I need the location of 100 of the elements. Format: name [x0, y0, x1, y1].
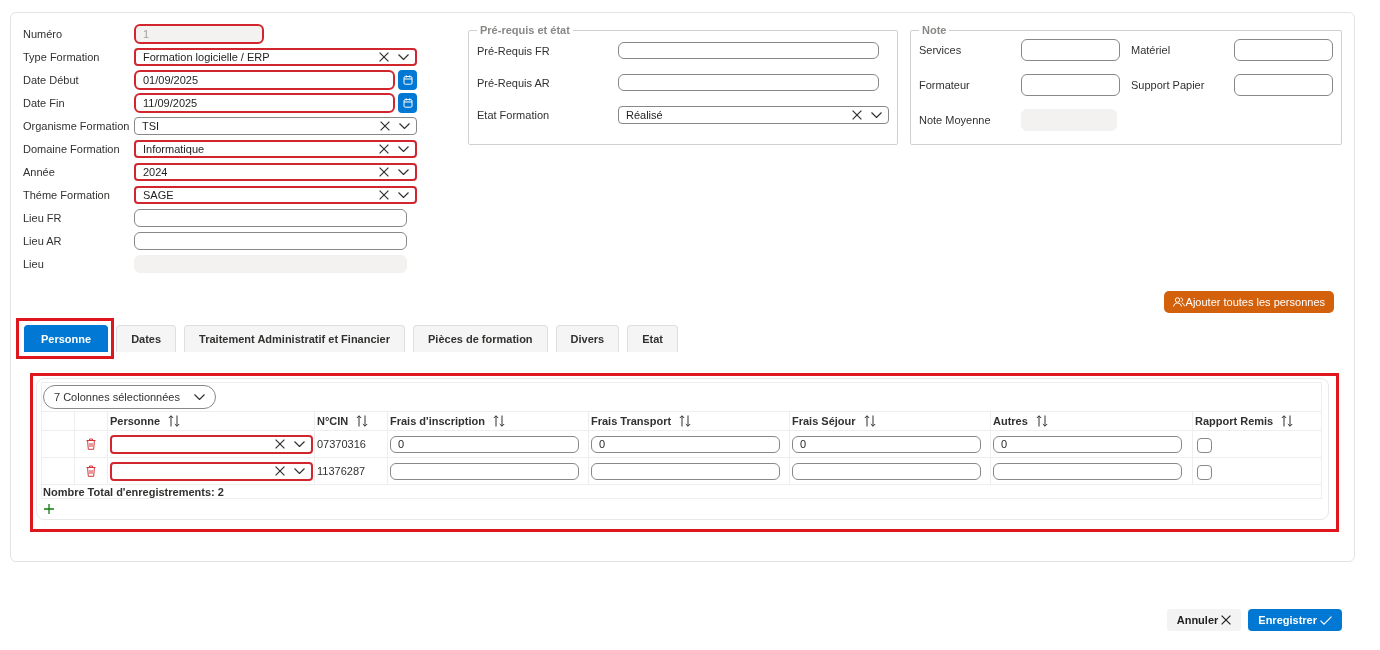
input-field[interactable]: 0: [792, 435, 981, 453]
panel-title: Note: [921, 24, 948, 36]
input-field[interactable]: [134, 232, 407, 250]
sort-icon[interactable]: [679, 415, 692, 427]
dropdown-field[interactable]: SAGE: [134, 186, 417, 204]
chevron-down-icon: [398, 169, 409, 175]
input-field[interactable]: [618, 74, 879, 91]
clear-icon[interactable]: [275, 466, 285, 476]
chevron-down-icon: [294, 468, 305, 474]
field-label: Théme Formation: [23, 189, 111, 201]
field-label: Pré-Requis FR: [477, 44, 551, 57]
field-label: Etat Formation: [477, 108, 551, 121]
add-all-persons-button[interactable]: Ajouter toutes les personnes: [1163, 291, 1334, 313]
close-icon: [1221, 615, 1232, 625]
input-field[interactable]: [792, 462, 981, 480]
input-field[interactable]: 0: [591, 435, 780, 453]
input-field[interactable]: 0: [993, 435, 1182, 453]
panel-title: Pré-requis et état: [479, 24, 571, 36]
cancel-button[interactable]: Annuler: [1166, 609, 1242, 631]
clear-icon[interactable]: [379, 144, 389, 154]
chevron-down-icon: [294, 441, 305, 447]
sort-icon[interactable]: [1035, 415, 1048, 427]
dropdown-field[interactable]: Formation logicielle / ERP: [134, 48, 417, 66]
field-label: Organisme Formation: [23, 120, 131, 132]
input-field[interactable]: [618, 42, 879, 59]
calendar-icon: [402, 75, 413, 85]
input-field[interactable]: [993, 462, 1182, 480]
chevron-down-icon: [398, 192, 409, 198]
field-label: Numéro: [23, 28, 64, 40]
tab[interactable]: Etat: [627, 325, 678, 352]
column-header: Frais d'inscription: [390, 415, 485, 427]
sort-icon[interactable]: [863, 415, 876, 427]
dropdown-field[interactable]: TSI: [134, 117, 417, 135]
field-label: Formateur: [919, 79, 971, 91]
clear-icon[interactable]: [379, 167, 389, 177]
clear-icon[interactable]: [379, 190, 389, 200]
plus-icon[interactable]: [44, 504, 54, 514]
date-field[interactable]: 11/09/2025: [134, 93, 395, 113]
clear-icon[interactable]: [380, 121, 390, 131]
chevron-down-icon: [398, 146, 409, 152]
input-field[interactable]: [1234, 39, 1333, 61]
field-label: Type Formation: [23, 51, 101, 63]
trash-icon[interactable]: [86, 465, 96, 477]
tab[interactable]: Divers: [555, 325, 620, 352]
trash-icon[interactable]: [86, 438, 96, 450]
clear-icon[interactable]: [852, 109, 862, 120]
field-label: Date Fin: [23, 97, 66, 109]
save-button[interactable]: Enregistrer: [1248, 609, 1342, 631]
field-label: Année: [23, 166, 56, 178]
column-header: Rapport Remis: [1195, 415, 1274, 427]
input-field[interactable]: 0: [390, 435, 579, 453]
input-field[interactable]: [390, 462, 579, 480]
people-icon: [1172, 297, 1185, 307]
chevron-down-icon: [398, 54, 409, 60]
dropdown-field[interactable]: Informatique: [134, 140, 417, 158]
sort-icon[interactable]: [492, 415, 505, 427]
field-label: Note Moyenne: [919, 114, 992, 126]
field-label: Lieu FR: [23, 212, 63, 224]
column-header: Personne: [110, 415, 161, 427]
calendar-button[interactable]: [398, 70, 417, 90]
input-field[interactable]: [1234, 74, 1333, 96]
sort-icon[interactable]: [1281, 415, 1294, 427]
dropdown-field[interactable]: 2024: [134, 163, 417, 181]
column-picker-button[interactable]: 7 Colonnes sélectionnées: [43, 385, 216, 409]
input-field[interactable]: [134, 209, 407, 227]
table-cell: 11376287: [315, 458, 388, 484]
field-label: Services: [919, 44, 963, 56]
column-header: Frais Séjour: [792, 415, 856, 427]
column-header: Frais Transport: [591, 415, 672, 427]
clear-icon[interactable]: [275, 439, 285, 449]
tab[interactable]: Pièces de formation: [413, 325, 548, 352]
chevron-down-icon: [399, 123, 410, 129]
input-field[interactable]: [1021, 74, 1120, 96]
clear-icon[interactable]: [379, 52, 389, 62]
checkbox[interactable]: [1197, 438, 1212, 453]
field-label: Matériel: [1131, 44, 1172, 56]
checkbox[interactable]: [1197, 465, 1212, 480]
sort-icon[interactable]: [168, 415, 181, 427]
field-label: Domaine Formation: [23, 143, 121, 155]
dropdown-field[interactable]: [110, 434, 313, 454]
tab[interactable]: Traitement Administratif et Financier: [184, 325, 406, 352]
date-field[interactable]: 01/09/2025: [134, 70, 395, 90]
sort-icon[interactable]: [356, 415, 369, 427]
input-field[interactable]: [1021, 39, 1120, 61]
chevron-down-icon: [194, 394, 205, 400]
table-cell: 07370316: [315, 431, 388, 457]
column-header: N°CIN: [317, 415, 349, 427]
tab[interactable]: Dates: [116, 325, 177, 352]
dropdown-field[interactable]: Réalisé: [618, 105, 889, 124]
chevron-down-icon: [871, 111, 882, 118]
field-label: Pré-Requis AR: [477, 76, 551, 89]
check-icon: [1320, 615, 1332, 625]
record-count: Nombre Total d'enregistrements: 2: [43, 485, 224, 498]
column-header: Autres: [993, 415, 1028, 427]
dropdown-field[interactable]: [110, 461, 313, 481]
field-label: Lieu: [23, 258, 45, 270]
input-field[interactable]: [591, 462, 780, 480]
field-label: Lieu AR: [23, 235, 63, 247]
tab[interactable]: Personne: [24, 325, 109, 352]
calendar-button[interactable]: [398, 93, 417, 113]
